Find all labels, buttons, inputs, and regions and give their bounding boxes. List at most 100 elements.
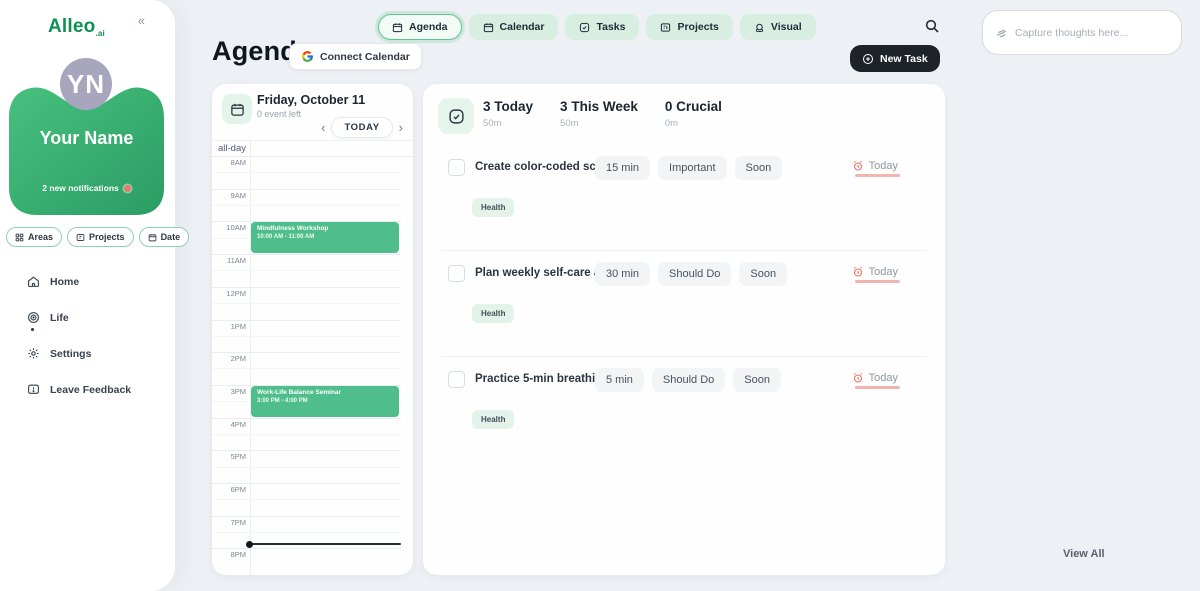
task-checkbox[interactable]: [448, 159, 465, 176]
tasks-header-icon-box: [438, 98, 474, 134]
day-time-grid[interactable]: all-day 8: [212, 140, 413, 575]
agenda-tab-icon: [392, 22, 403, 33]
grid-halfline: [212, 205, 401, 206]
next-day-icon[interactable]: ›: [399, 121, 403, 134]
event-title: Work-Life Balance Seminar: [257, 389, 393, 396]
tab-label: Tasks: [596, 21, 625, 33]
calendar-event[interactable]: Work-Life Balance Seminar 3:00 PM - 4:00…: [251, 386, 399, 417]
active-indicator-dot: [31, 328, 34, 331]
tab-label: Agenda: [409, 21, 448, 33]
hour-label: 3PM: [212, 387, 246, 396]
task-duration-pill[interactable]: 15 min: [595, 156, 650, 180]
sidebar-item-leave-feedback[interactable]: Leave Feedback: [0, 374, 175, 405]
filter-areas-button[interactable]: Areas: [6, 227, 62, 247]
task-timeframe-pill[interactable]: Soon: [733, 368, 781, 392]
sidebar-item-life[interactable]: Life: [0, 302, 175, 333]
reminder-label: Today: [869, 266, 898, 278]
visual-tab-icon: [754, 22, 765, 33]
today-button[interactable]: TODAY: [331, 117, 392, 138]
task-timeframe-pill[interactable]: Soon: [739, 262, 787, 286]
hour-label: 2PM: [212, 354, 246, 363]
new-task-button[interactable]: New Task: [850, 45, 940, 72]
filter-date-button[interactable]: Date: [139, 227, 190, 247]
event-time: 10:00 AM - 11:00 AM: [257, 234, 393, 240]
task-tag-health[interactable]: Health: [472, 198, 514, 217]
search-icon: [924, 18, 940, 34]
stat-value: 3: [560, 99, 568, 114]
tab-agenda[interactable]: Agenda: [378, 14, 462, 40]
task-reminder[interactable]: Today: [852, 160, 898, 172]
task-priority-pill[interactable]: Should Do: [658, 262, 731, 286]
grid-line: [212, 548, 401, 549]
stat-value: 0: [665, 99, 673, 114]
grid-line: [212, 352, 401, 353]
filter-projects-button[interactable]: Projects: [67, 227, 134, 247]
calendar-date-title: Friday, October 11: [257, 93, 365, 107]
grid-line: [212, 483, 401, 484]
grid-halfline: [212, 270, 401, 271]
hour-label: 8PM: [212, 550, 246, 559]
life-target-icon: [27, 311, 40, 324]
task-checkbox[interactable]: [448, 371, 465, 388]
tab-calendar[interactable]: Calendar: [469, 14, 559, 40]
alarm-clock-icon: [852, 160, 864, 172]
sidebar-item-home[interactable]: Home: [0, 266, 175, 297]
projects-tab-icon: [660, 22, 671, 33]
projects-icon: [76, 233, 85, 242]
prev-day-icon[interactable]: ‹: [321, 121, 325, 134]
task-timeframe-pill[interactable]: Soon: [735, 156, 783, 180]
all-day-label: all-day: [212, 143, 246, 154]
task-reminder[interactable]: Today: [852, 266, 898, 278]
view-tabs: Agenda Calendar Tasks Projects Visual: [378, 14, 816, 40]
tab-projects[interactable]: Projects: [646, 14, 732, 40]
avatar[interactable]: YN: [60, 58, 112, 110]
grid-line: [212, 254, 401, 255]
task-duration-pill[interactable]: 30 min: [595, 262, 650, 286]
grid-line: [212, 418, 401, 419]
hour-label: 6PM: [212, 485, 246, 494]
task-pills: 30 min Should Do Soon: [595, 262, 787, 286]
stat-label: Today: [494, 99, 533, 114]
reminder-label: Today: [869, 160, 898, 172]
hour-label: 12PM: [212, 289, 246, 298]
task-tag-health[interactable]: Health: [472, 410, 514, 429]
task-reminder[interactable]: Today: [852, 372, 898, 384]
connect-calendar-label: Connect Calendar: [320, 51, 410, 63]
event-title: Mindfulness Workshop: [257, 225, 393, 232]
tab-label: Visual: [771, 21, 802, 33]
calendar-nav: ‹ TODAY ›: [321, 117, 403, 138]
task-row[interactable]: Create color-coded schedule 15 min Impor…: [423, 156, 945, 252]
capture-thoughts-input[interactable]: [1015, 27, 1169, 39]
tab-visual[interactable]: Visual: [740, 14, 816, 40]
task-duration-pill[interactable]: 5 min: [595, 368, 644, 392]
plus-circle-icon: [862, 53, 874, 65]
collapse-sidebar-icon[interactable]: «: [138, 13, 145, 28]
sidebar-item-settings[interactable]: Settings: [0, 338, 175, 369]
task-row[interactable]: Plan weekly self-care activities 30 min …: [423, 262, 945, 358]
calendar-icon: [148, 233, 157, 242]
tasks-tab-icon: [579, 22, 590, 33]
logo-suffix: .ai: [95, 29, 105, 38]
notifications-text[interactable]: 2 new notifications: [9, 183, 164, 193]
view-all-link[interactable]: View All: [1063, 548, 1105, 560]
search-button[interactable]: [924, 18, 944, 38]
grid-halfline: [212, 499, 401, 500]
calendar-event[interactable]: Mindfulness Workshop 10:00 AM - 11:00 AM: [251, 222, 399, 253]
reminder-label: Today: [869, 372, 898, 384]
calendar-icon: [230, 102, 245, 117]
feedback-icon: [27, 383, 40, 396]
tab-tasks[interactable]: Tasks: [565, 14, 639, 40]
sidebar-filters: Areas Projects Date: [6, 227, 189, 247]
task-priority-pill[interactable]: Should Do: [652, 368, 725, 392]
stat-sub: 0m: [665, 118, 722, 129]
grid-halfline: [212, 434, 401, 435]
connect-calendar-button[interactable]: Connect Calendar: [289, 43, 422, 70]
task-checkbox[interactable]: [448, 265, 465, 282]
task-tag-health[interactable]: Health: [472, 304, 514, 323]
hour-label: 1PM: [212, 322, 246, 331]
areas-grid-icon: [15, 233, 24, 242]
task-priority-pill[interactable]: Important: [658, 156, 726, 180]
task-pills: 5 min Should Do Soon: [595, 368, 781, 392]
task-row[interactable]: Practice 5-min breathing 5 min Should Do…: [423, 368, 945, 464]
filter-label: Areas: [28, 232, 53, 242]
